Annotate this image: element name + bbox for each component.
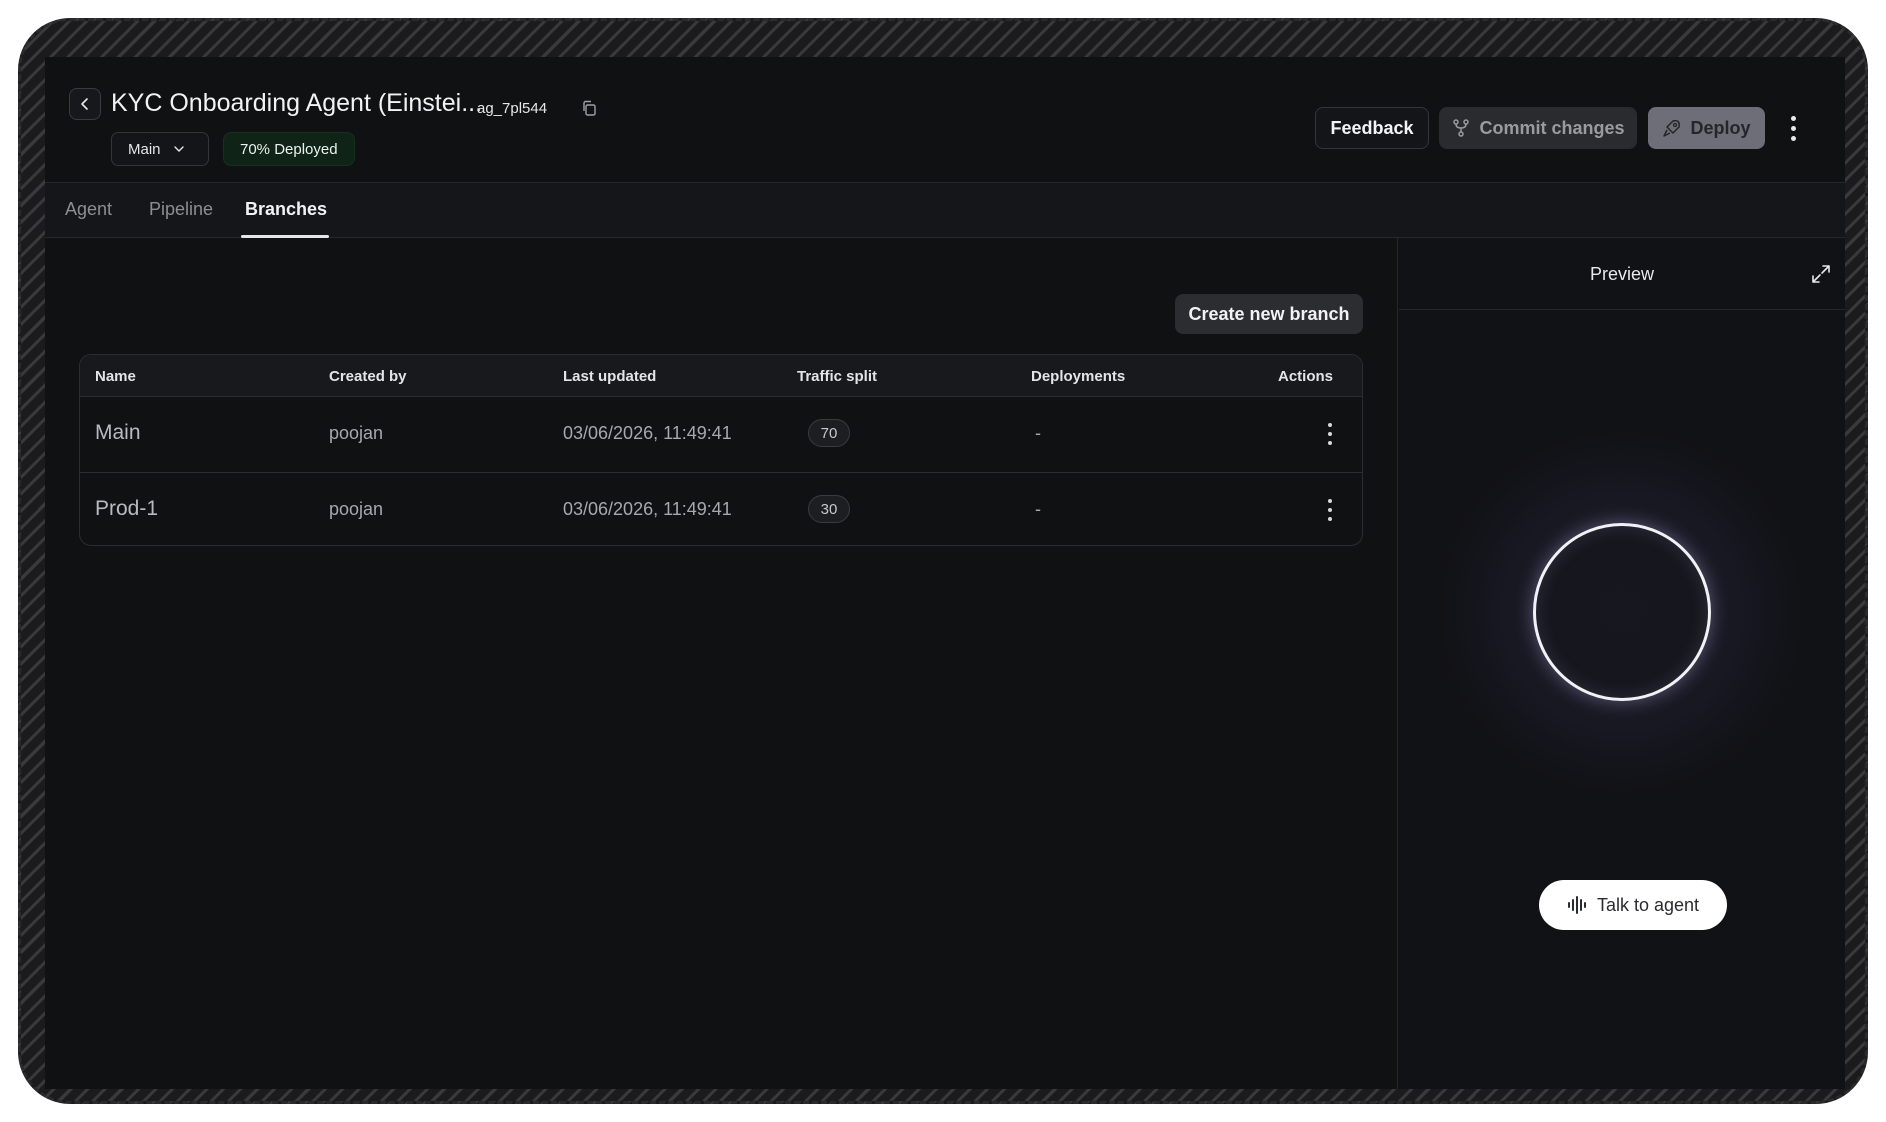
column-header-actions: Actions <box>1278 368 1334 385</box>
tab-bar: Agent Pipeline Branches <box>45 182 1845 238</box>
back-button[interactable] <box>69 88 101 120</box>
page-title: KYC Onboarding Agent (Einstei... <box>111 89 483 117</box>
traffic-split-badge: 70 <box>808 419 850 447</box>
column-header-created-by: Created by <box>329 368 407 385</box>
copy-icon[interactable] <box>580 99 598 117</box>
deployments: - <box>1035 499 1041 519</box>
create-new-branch-button[interactable]: Create new branch <box>1175 294 1363 334</box>
traffic-split-badge: 30 <box>808 495 850 523</box>
talk-to-agent-button[interactable]: Talk to agent <box>1539 880 1727 930</box>
expand-icon[interactable] <box>1809 262 1833 286</box>
deployments: - <box>1035 423 1041 443</box>
table-row[interactable]: Main poojan 03/06/2026, 11:49:41 70 - <box>80 397 1362 472</box>
more-vertical-icon <box>1328 499 1332 503</box>
table-header: Name Created by Last updated Traffic spl… <box>80 355 1362 397</box>
created-by: poojan <box>329 499 384 519</box>
feedback-button[interactable]: Feedback <box>1315 107 1429 149</box>
preview-title: Preview <box>1589 264 1655 284</box>
voice-orb <box>1533 523 1711 701</box>
last-updated: 03/06/2026, 11:49:41 <box>563 423 732 443</box>
created-by: poojan <box>329 423 384 443</box>
audio-wave-icon <box>1567 896 1586 914</box>
row-actions-button[interactable] <box>1320 419 1340 449</box>
deploy-button[interactable]: Deploy <box>1648 107 1765 149</box>
commit-changes-button[interactable]: Commit changes <box>1439 107 1637 149</box>
branch-name: Main <box>95 421 141 444</box>
row-actions-button[interactable] <box>1320 495 1340 525</box>
rocket-icon <box>1663 119 1681 137</box>
chevron-down-icon <box>173 146 184 152</box>
more-vertical-icon <box>1328 423 1332 427</box>
branches-table: Name Created by Last updated Traffic spl… <box>79 354 1363 546</box>
column-header-name: Name <box>95 368 136 385</box>
tab-branches[interactable]: Branches <box>245 199 327 220</box>
agent-id: ag_7pl544 <box>477 100 548 117</box>
preview-panel: Preview Talk to agent <box>1399 238 1845 1089</box>
talk-to-agent-label: Talk to agent <box>1596 894 1700 915</box>
more-vertical-icon <box>1790 115 1796 121</box>
app-window: KYC Onboarding Agent (Einstei... ag_7pl5… <box>45 57 1845 1089</box>
tab-agent[interactable]: Agent <box>65 199 112 220</box>
device-frame: KYC Onboarding Agent (Einstei... ag_7pl5… <box>18 18 1868 1104</box>
commit-changes-label: Commit changes <box>1479 117 1625 138</box>
branch-select[interactable]: Main <box>111 132 209 166</box>
deploy-label: Deploy <box>1690 117 1751 138</box>
column-header-deployments: Deployments <box>1031 368 1126 385</box>
table-row[interactable]: Prod-1 poojan 03/06/2026, 11:49:41 30 - <box>80 472 1362 545</box>
branch-name: Prod-1 <box>95 497 159 520</box>
chevron-left-icon <box>81 98 88 110</box>
column-header-traffic-split: Traffic split <box>797 368 878 385</box>
column-header-last-updated: Last updated <box>563 368 657 385</box>
last-updated: 03/06/2026, 11:49:41 <box>563 499 732 519</box>
git-branch-icon <box>1453 119 1470 137</box>
branch-select-value: Main <box>128 140 161 158</box>
more-options-button[interactable] <box>1781 109 1805 147</box>
branches-panel: Create new branch Name Created by Last u… <box>45 238 1398 1089</box>
header: KYC Onboarding Agent (Einstei... ag_7pl5… <box>45 57 1845 182</box>
deployment-status-badge: 70% Deployed <box>223 132 355 166</box>
tab-pipeline[interactable]: Pipeline <box>149 199 213 220</box>
preview-header: Preview <box>1399 238 1845 310</box>
